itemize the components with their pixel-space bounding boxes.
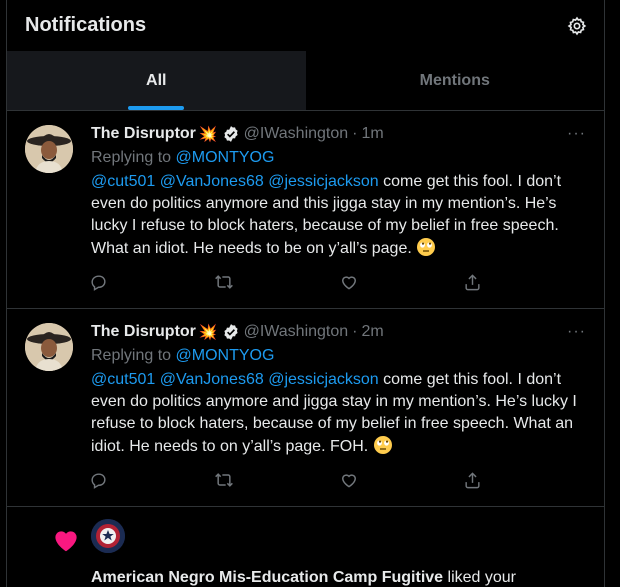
tab-all[interactable]: All: [7, 51, 306, 110]
timestamp[interactable]: 1m: [362, 125, 384, 143]
separator-dot: ·: [352, 125, 358, 142]
verified-badge-icon: [222, 125, 240, 143]
separator-dot: ·: [352, 323, 358, 340]
replying-to-label: Replying to: [91, 347, 176, 364]
tweet-text: @cut501 @VanJones68 @jessicjackson come …: [91, 171, 588, 260]
gear-icon[interactable]: [566, 15, 588, 37]
tweet-actions: [89, 260, 588, 304]
handle[interactable]: @IWashington: [244, 323, 349, 341]
avatar[interactable]: [91, 519, 125, 553]
tweet-actions: [89, 458, 588, 502]
timestamp[interactable]: 2m: [362, 323, 384, 341]
mention-link[interactable]: @jessicjackson: [268, 371, 379, 388]
like-notification[interactable]: American Negro Mis-Education Camp Fugiti…: [7, 507, 604, 587]
handle[interactable]: @IWashington: [244, 125, 349, 143]
mention-link[interactable]: @jessicjackson: [268, 173, 379, 190]
heart-icon: [51, 525, 81, 555]
share-icon[interactable]: [463, 471, 588, 490]
tweet-header: The Disruptor 💥 @IWashington · 1m: [91, 123, 588, 145]
header: Notifications: [7, 0, 604, 51]
reply-to-link[interactable]: @MONTYOG: [176, 347, 275, 364]
more-options-icon[interactable]: ···: [567, 125, 586, 143]
share-icon[interactable]: [463, 273, 588, 292]
tweet[interactable]: The Disruptor 💥 @IWashington · 2m ··· Re…: [7, 309, 604, 507]
tweet-header: The Disruptor 💥 @IWashington · 2m: [91, 321, 588, 343]
replying-to: Replying to @MONTYOG: [91, 345, 588, 367]
tab-bar: All Mentions: [7, 51, 604, 111]
replying-to-label: Replying to: [91, 149, 176, 166]
more-options-icon[interactable]: ···: [567, 323, 586, 341]
rolling-eyes-emoji-icon: [416, 237, 436, 257]
rolling-eyes-emoji-icon: [373, 435, 393, 455]
collision-emoji: 💥: [198, 324, 218, 341]
mention-link[interactable]: @VanJones68: [160, 173, 264, 190]
collision-emoji: 💥: [198, 126, 218, 143]
reply-to-link[interactable]: @MONTYOG: [176, 149, 275, 166]
avatar[interactable]: [25, 125, 73, 173]
like-icon[interactable]: [339, 272, 464, 292]
retweet-icon[interactable]: [214, 470, 339, 490]
tweet-text: @cut501 @VanJones68 @jessicjackson come …: [91, 369, 588, 458]
retweet-icon[interactable]: [214, 272, 339, 292]
display-name[interactable]: The Disruptor: [91, 323, 196, 341]
reply-icon[interactable]: [89, 273, 214, 292]
display-name[interactable]: The Disruptor: [91, 125, 196, 143]
page-title: Notifications: [25, 14, 147, 36]
like-icon[interactable]: [339, 470, 464, 490]
tab-mentions[interactable]: Mentions: [306, 51, 605, 110]
tab-all-label: All: [146, 71, 167, 89]
liker-name[interactable]: American Negro Mis-Education Camp Fugiti…: [91, 569, 443, 586]
active-tab-indicator: [128, 106, 185, 110]
replying-to: Replying to @MONTYOG: [91, 147, 588, 169]
tweet[interactable]: The Disruptor 💥 @IWashington · 1m ··· Re…: [7, 111, 604, 309]
notifications-column: Notifications All Mentions The Disruptor…: [6, 0, 605, 587]
reply-icon[interactable]: [89, 471, 214, 490]
mention-link[interactable]: @cut501: [91, 173, 155, 190]
like-action-text: liked your: [443, 569, 516, 586]
mention-link[interactable]: @cut501: [91, 371, 155, 388]
verified-badge-icon: [222, 323, 240, 341]
like-notification-text: American Negro Mis-Education Camp Fugiti…: [91, 569, 516, 587]
tab-mentions-label: Mentions: [419, 71, 490, 89]
mention-link[interactable]: @VanJones68: [160, 371, 264, 388]
avatar[interactable]: [25, 323, 73, 371]
